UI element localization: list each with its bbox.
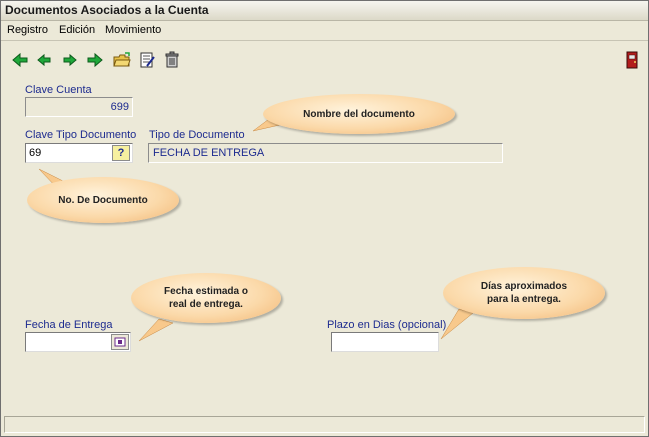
callout-numero-documento: No. De Documento xyxy=(27,177,179,223)
callout-tail-fecha xyxy=(138,318,174,342)
tipo-documento-value: FECHA DE ENTREGA xyxy=(153,147,265,159)
callout-nombre-documento: Nombre del documento xyxy=(263,94,455,134)
status-bar xyxy=(4,416,645,433)
callout-dias-line1: Días aproximados xyxy=(480,281,568,292)
exit-door-icon[interactable] xyxy=(623,51,641,69)
arrow-last-icon[interactable] xyxy=(86,51,104,69)
lookup-button[interactable]: ? xyxy=(112,145,130,161)
plazo-label: Plazo en Dias (opcional) xyxy=(327,319,447,331)
menu-movimiento[interactable]: Movimiento xyxy=(105,24,161,36)
arrow-right-icon[interactable] xyxy=(61,51,79,69)
title-bar: Documentos Asociados a la Cuenta xyxy=(1,1,648,21)
callout-fecha-entrega: Fecha estimada o real de entrega. xyxy=(131,273,281,323)
open-folder-icon[interactable] xyxy=(113,51,131,69)
toolbar xyxy=(1,45,648,75)
callout-dias-line2: para la entrega. xyxy=(487,294,561,305)
menu-bar: Registro Edición Movimiento xyxy=(1,21,648,41)
menu-registro[interactable]: Registro xyxy=(7,24,48,36)
calendar-button[interactable] xyxy=(111,334,129,350)
clave-cuenta-field: 699 xyxy=(25,97,133,117)
clave-tipo-label: Clave Tipo Documento xyxy=(25,129,137,141)
callout-dias-aproximados: Días aproximados para la entrega. xyxy=(443,267,605,319)
callout-nombre-text: Nombre del documento xyxy=(303,108,415,120)
arrow-left-icon[interactable] xyxy=(35,51,53,69)
window-title: Documentos Asociados a la Cuenta xyxy=(5,3,209,17)
arrow-first-icon[interactable] xyxy=(11,51,29,69)
calendar-icon xyxy=(114,337,126,347)
window: Documentos Asociados a la Cuenta Registr… xyxy=(0,0,649,437)
callout-numero-text: No. De Documento xyxy=(58,194,148,206)
fecha-entrega-label: Fecha de Entrega xyxy=(25,319,113,331)
callout-fecha-line1: Fecha estimada o xyxy=(164,286,248,297)
plazo-input[interactable] xyxy=(331,332,439,352)
clave-tipo-value: 69 xyxy=(29,147,42,159)
tipo-documento-label: Tipo de Documento xyxy=(149,129,245,141)
clave-cuenta-label: Clave Cuenta xyxy=(25,84,92,96)
edit-document-icon[interactable] xyxy=(138,51,156,69)
tipo-documento-field: FECHA DE ENTREGA xyxy=(148,143,503,163)
callout-fecha-line2: real de entrega. xyxy=(169,299,243,310)
menu-edicion[interactable]: Edición xyxy=(59,24,95,36)
clave-cuenta-value: 699 xyxy=(110,101,129,113)
trash-icon[interactable] xyxy=(163,51,181,69)
